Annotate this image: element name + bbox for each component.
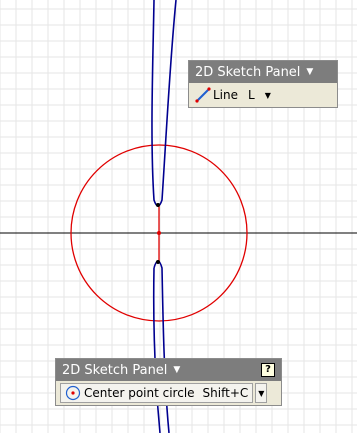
sketch-canvas[interactable]: 2D Sketch Panel ▼ Line L ▼ 2D Sketch Pan…	[0, 0, 357, 433]
bottom-sketch-panel: 2D Sketch Panel ▼ ? Center point circle …	[55, 358, 282, 406]
center-point-circle-icon	[65, 385, 81, 401]
help-button[interactable]: ?	[261, 363, 275, 377]
bottom-panel-toolbar: Center point circle Shift+C ▼	[56, 381, 281, 405]
sketch-point-upper[interactable]	[156, 203, 160, 207]
top-sketch-panel: 2D Sketch Panel ▼ Line L ▼	[188, 60, 338, 108]
center-point-circle-dropdown[interactable]: ▼	[255, 383, 268, 403]
bottom-panel-title: 2D Sketch Panel	[62, 362, 168, 378]
bottom-panel-header[interactable]: 2D Sketch Panel ▼ ?	[56, 359, 281, 381]
line-tool-label[interactable]: Line	[213, 88, 238, 102]
center-point-circle-shortcut: Shift+C	[202, 386, 249, 400]
line-tool-shortcut: L	[248, 88, 255, 102]
chevron-down-icon[interactable]: ▼	[306, 67, 313, 77]
chevron-down-icon[interactable]: ▼	[173, 365, 180, 375]
top-panel-title: 2D Sketch Panel	[195, 64, 301, 80]
circle-center-point[interactable]	[157, 231, 161, 235]
top-panel-header[interactable]: 2D Sketch Panel ▼	[189, 61, 337, 83]
line-tool-dropdown[interactable]: ▼	[265, 91, 271, 100]
top-panel-toolbar: Line L ▼	[189, 83, 337, 107]
center-point-circle-label: Center point circle	[84, 386, 195, 400]
upper-profile-curve[interactable]	[151, 0, 177, 207]
line-icon	[195, 87, 211, 103]
lower-profile-curve[interactable]	[152, 260, 170, 433]
center-point-circle-button[interactable]: Center point circle Shift+C	[60, 383, 254, 403]
sketch-point-lower[interactable]	[156, 260, 160, 264]
